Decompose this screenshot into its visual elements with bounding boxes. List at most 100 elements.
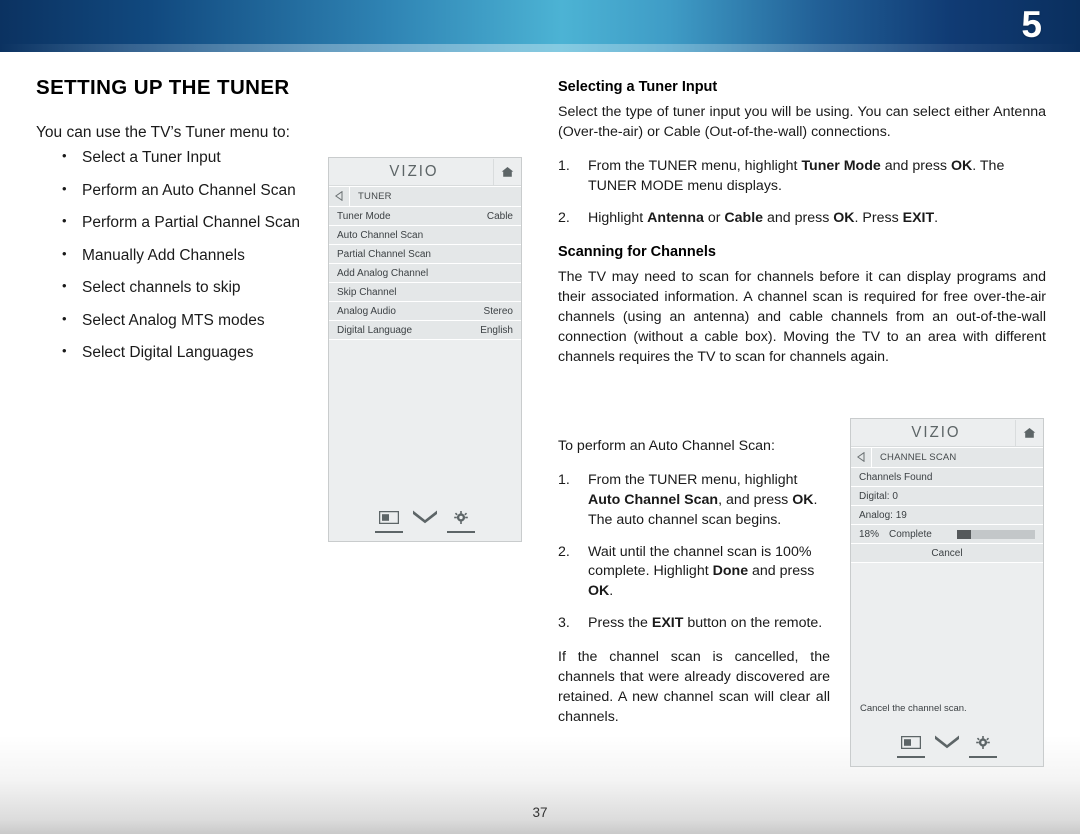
home-icon (1023, 427, 1036, 439)
scan-row-digital-count: Digital: 0 (851, 487, 1043, 506)
menu-row-tuner-mode[interactable]: Tuner Mode Cable (329, 207, 521, 226)
left-intro-text: You can use the TV’s Tuner menu to: (36, 124, 290, 141)
menu-row-add-analog-channel[interactable]: Add Analog Channel (329, 264, 521, 283)
gear-button[interactable] (447, 511, 475, 533)
gear-button[interactable] (969, 736, 997, 758)
page-content: SETTING UP THE TUNER You can use the TV’… (0, 52, 1080, 792)
progress-bar-fill (957, 529, 972, 539)
row-label: Auto Channel Scan (337, 229, 424, 241)
progress-complete-label: Complete (889, 528, 932, 540)
home-icon (501, 166, 514, 178)
list-item: Select a Tuner Input (36, 150, 326, 166)
chapter-header-band: 5 (0, 0, 1080, 53)
row-value: Stereo (483, 305, 513, 317)
row-label: Analog Audio (337, 305, 396, 317)
scan-osd-footer-icons (851, 734, 1043, 758)
list-item: Select Analog MTS modes (36, 312, 326, 329)
auto-scan-steps: From the TUNER menu, highlight Auto Chan… (558, 471, 830, 634)
menu-row-analog-audio[interactable]: Analog Audio Stereo (329, 302, 521, 321)
breadcrumb-label: CHANNEL SCAN (880, 452, 957, 463)
picture-in-picture-icon (378, 510, 400, 529)
row-value: English (480, 324, 513, 336)
header-shine (0, 44, 1080, 53)
page-number: 37 (532, 805, 548, 820)
row-value: Cable (486, 210, 513, 222)
right-lower-column: To perform an Auto Channel Scan: From th… (558, 437, 830, 742)
selecting-tuner-input-body: Select the type of tuner input you will … (558, 104, 1046, 140)
menu-row-partial-channel-scan[interactable]: Partial Channel Scan (329, 245, 521, 264)
icon-underline (969, 756, 997, 758)
tuner-osd-panel: VIZIO TUNER Tuner Mode Cable Auto Channe… (328, 157, 522, 542)
scan-row-channels-found: Channels Found (851, 468, 1043, 487)
scanning-for-channels-heading: Scanning for Channels (558, 244, 716, 261)
progress-percent-label: 18% (859, 528, 880, 540)
icon-underline (411, 531, 439, 533)
chevron-double-down-button[interactable] (411, 509, 439, 533)
menu-row-auto-channel-scan[interactable]: Auto Channel Scan (329, 226, 521, 245)
picture-in-picture-button[interactable] (897, 735, 925, 758)
list-item: Manually Add Channels (36, 247, 326, 264)
channel-scan-osd-panel: VIZIO CHANNEL SCAN Channels Found Digita… (850, 418, 1044, 767)
icon-underline (447, 531, 475, 533)
list-item: Highlight Antenna or Cable and press OK.… (558, 209, 939, 229)
icon-underline (933, 756, 961, 758)
row-label: Add Analog Channel (337, 267, 429, 279)
gear-icon (976, 736, 990, 754)
picture-in-picture-button[interactable] (375, 510, 403, 533)
chevron-double-down-icon (934, 734, 960, 754)
back-triangle-icon (334, 188, 343, 206)
scanning-for-channels-body: The TV may need to scan for channels bef… (558, 269, 1046, 365)
list-item: From the TUNER menu, highlight Auto Chan… (558, 471, 818, 528)
row-label: Partial Channel Scan (337, 248, 431, 260)
breadcrumb-label: TUNER (358, 191, 392, 202)
tuner-osd-topbar: VIZIO (329, 158, 521, 186)
vizio-logo: VIZIO (389, 162, 439, 181)
home-button[interactable] (1015, 419, 1043, 446)
tuner-breadcrumb[interactable]: TUNER (329, 186, 521, 207)
scan-row-analog-count: Analog: 19 (851, 506, 1043, 525)
cancel-note: If the channel scan is cancelled, the ch… (558, 649, 830, 725)
row-label: Tuner Mode (337, 210, 391, 222)
menu-row-digital-language[interactable]: Digital Language English (329, 321, 521, 340)
channel-scan-panel-wrapper: VIZIO CHANNEL SCAN Channels Found Digita… (850, 418, 1044, 767)
right-column: Selecting a Tuner Input Select the type … (558, 79, 1046, 382)
vizio-logo: VIZIO (911, 423, 961, 442)
row-label: Digital Language (337, 324, 413, 336)
icon-underline (897, 756, 925, 758)
cancel-button[interactable]: Cancel (851, 544, 1043, 563)
list-item: From the TUNER menu, highlight Tuner Mod… (558, 157, 1005, 194)
list-item: Select channels to skip (36, 280, 326, 296)
progress-bar-track (957, 529, 1035, 539)
list-item: Press the EXIT button on the remote. (558, 614, 823, 634)
tuner-capability-list: Select a Tuner Input Perform an Auto Cha… (36, 150, 326, 361)
menu-row-skip-channel[interactable]: Skip Channel (329, 283, 521, 302)
gear-icon (454, 511, 468, 529)
row-label: Digital: 0 (859, 490, 898, 502)
row-label: Analog: 19 (859, 509, 907, 521)
icon-underline (375, 531, 403, 533)
row-label: Channels Found (859, 471, 933, 483)
selecting-tuner-input-steps: From the TUNER menu, highlight Tuner Mod… (558, 157, 1046, 229)
scan-osd-topbar: VIZIO (851, 419, 1043, 447)
left-column: SETTING UP THE TUNER You can use the TV’… (36, 76, 326, 378)
page-title: SETTING UP THE TUNER (36, 76, 290, 99)
back-button[interactable] (329, 187, 350, 206)
scan-hint-text: Cancel the channel scan. (860, 703, 967, 714)
selecting-tuner-input-heading: Selecting a Tuner Input (558, 79, 718, 95)
chapter-number: 5 (1021, 4, 1042, 45)
list-item: Select Digital Languages (36, 345, 326, 361)
scan-progress-row: 18% Complete (851, 525, 1043, 544)
scan-breadcrumb[interactable]: CHANNEL SCAN (851, 447, 1043, 468)
list-item: Perform a Partial Channel Scan (36, 215, 326, 231)
chevron-double-down-button[interactable] (933, 734, 961, 758)
tuner-osd-panel-wrapper: VIZIO TUNER Tuner Mode Cable Auto Channe… (328, 157, 522, 542)
row-label: Skip Channel (337, 286, 397, 298)
auto-scan-lead: To perform an Auto Channel Scan: (558, 438, 775, 454)
chevron-double-down-icon (412, 509, 438, 529)
list-item: Perform an Auto Channel Scan (36, 182, 326, 199)
back-button[interactable] (851, 448, 872, 467)
home-button[interactable] (493, 158, 521, 185)
back-triangle-icon (856, 449, 865, 467)
list-item: Wait until the channel scan is 100% comp… (558, 543, 815, 600)
picture-in-picture-icon (900, 735, 922, 754)
